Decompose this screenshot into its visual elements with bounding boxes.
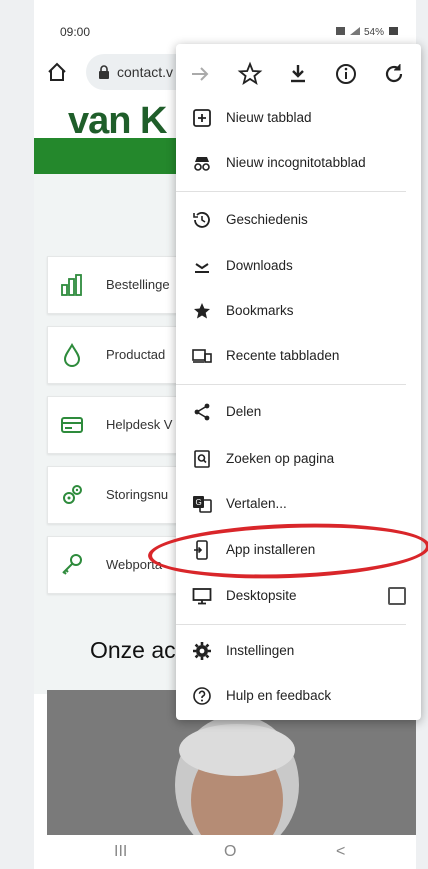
card-label: Bestellinge <box>106 277 170 292</box>
back-button[interactable]: < <box>336 843 345 861</box>
menu-item-label: Hulp en feedback <box>226 688 332 703</box>
translate-icon: G <box>193 496 212 513</box>
status-time: 09:00 <box>60 25 91 39</box>
home-icon[interactable] <box>46 61 68 83</box>
chrome-overflow-menu: Nieuw tabblad Nieuw incognitotabblad Ges… <box>176 44 421 720</box>
battery-icon: 54% <box>336 27 398 38</box>
menu-divider <box>176 384 406 385</box>
menu-item-downloads[interactable]: Downloads <box>176 248 421 284</box>
desktop-site-checkbox[interactable] <box>388 587 406 605</box>
forward-icon[interactable] <box>186 60 214 88</box>
status-indicators: 54% <box>336 25 400 40</box>
recent-tabs-icon <box>192 349 212 363</box>
card-label: Storingsnu <box>106 487 169 502</box>
card-label: Productad <box>106 347 166 362</box>
menu-item-label: Bookmarks <box>226 303 294 318</box>
svg-text:54%: 54% <box>364 27 384 37</box>
menu-item-settings[interactable]: Instellingen <box>176 633 421 669</box>
card-label: Helpdesk V <box>106 417 173 432</box>
menu-item-translate[interactable]: G Vertalen... <box>176 486 421 522</box>
menu-item-label: Desktopsite <box>226 588 297 603</box>
key-icon <box>62 554 82 575</box>
card-icon <box>61 417 83 433</box>
menu-item-label: Nieuw incognitotabblad <box>226 155 366 170</box>
url-text: contact.v <box>117 64 174 80</box>
find-in-page-icon <box>194 450 210 468</box>
new-tab-icon <box>193 109 211 127</box>
menu-divider <box>176 624 406 625</box>
star-icon[interactable] <box>236 60 264 88</box>
menu-item-label: Nieuw tabblad <box>226 110 312 125</box>
home-button[interactable]: O <box>224 843 236 861</box>
svg-text:G: G <box>196 498 202 507</box>
system-nav-bar: III O < <box>34 835 416 869</box>
bookmark-star-icon <box>194 303 210 319</box>
refresh-icon[interactable] <box>380 60 408 88</box>
settings-gear-icon <box>193 642 211 660</box>
menu-item-label: Downloads <box>226 258 293 273</box>
menu-divider <box>176 191 406 192</box>
section-title: Onze ac <box>90 637 176 663</box>
menu-item-new-tab[interactable]: Nieuw tabblad <box>176 100 421 136</box>
site-logo[interactable]: van K <box>68 100 167 143</box>
gears-icon <box>63 485 82 504</box>
download-icon[interactable] <box>284 60 312 88</box>
info-icon[interactable] <box>332 60 360 88</box>
share-icon <box>194 403 210 421</box>
menu-item-find-in-page[interactable]: Zoeken op pagina <box>176 441 421 477</box>
menu-item-label: Vertalen... <box>226 496 287 511</box>
downloads-icon <box>195 263 209 273</box>
help-icon <box>193 687 211 705</box>
menu-item-help[interactable]: Hulp en feedback <box>176 678 421 714</box>
menu-item-label: Instellingen <box>226 643 295 658</box>
left-margin <box>0 0 34 869</box>
menu-item-label: Geschiedenis <box>226 212 308 227</box>
menu-item-bookmarks[interactable]: Bookmarks <box>176 293 421 329</box>
menu-item-label: Zoeken op pagina <box>226 451 335 466</box>
lock-icon <box>99 65 109 79</box>
menu-toolbar <box>176 54 421 94</box>
desktop-icon <box>192 588 212 605</box>
history-icon <box>193 212 210 228</box>
status-bar: 09:00 54% <box>34 0 416 48</box>
menu-item-label: Recente tabbladen <box>226 348 340 363</box>
menu-item-desktop-site[interactable]: Desktopsite <box>176 578 421 614</box>
menu-item-history[interactable]: Geschiedenis <box>176 202 421 238</box>
incognito-icon <box>194 157 210 171</box>
menu-item-recent-tabs[interactable]: Recente tabbladen <box>176 338 421 374</box>
recent-apps-button[interactable]: III <box>114 843 127 861</box>
drop-icon <box>63 343 81 367</box>
menu-item-incognito[interactable]: Nieuw incognitotabblad <box>176 145 421 181</box>
menu-item-label: Delen <box>226 404 262 419</box>
bar-chart-icon <box>61 274 82 296</box>
menu-item-share[interactable]: Delen <box>176 394 421 430</box>
